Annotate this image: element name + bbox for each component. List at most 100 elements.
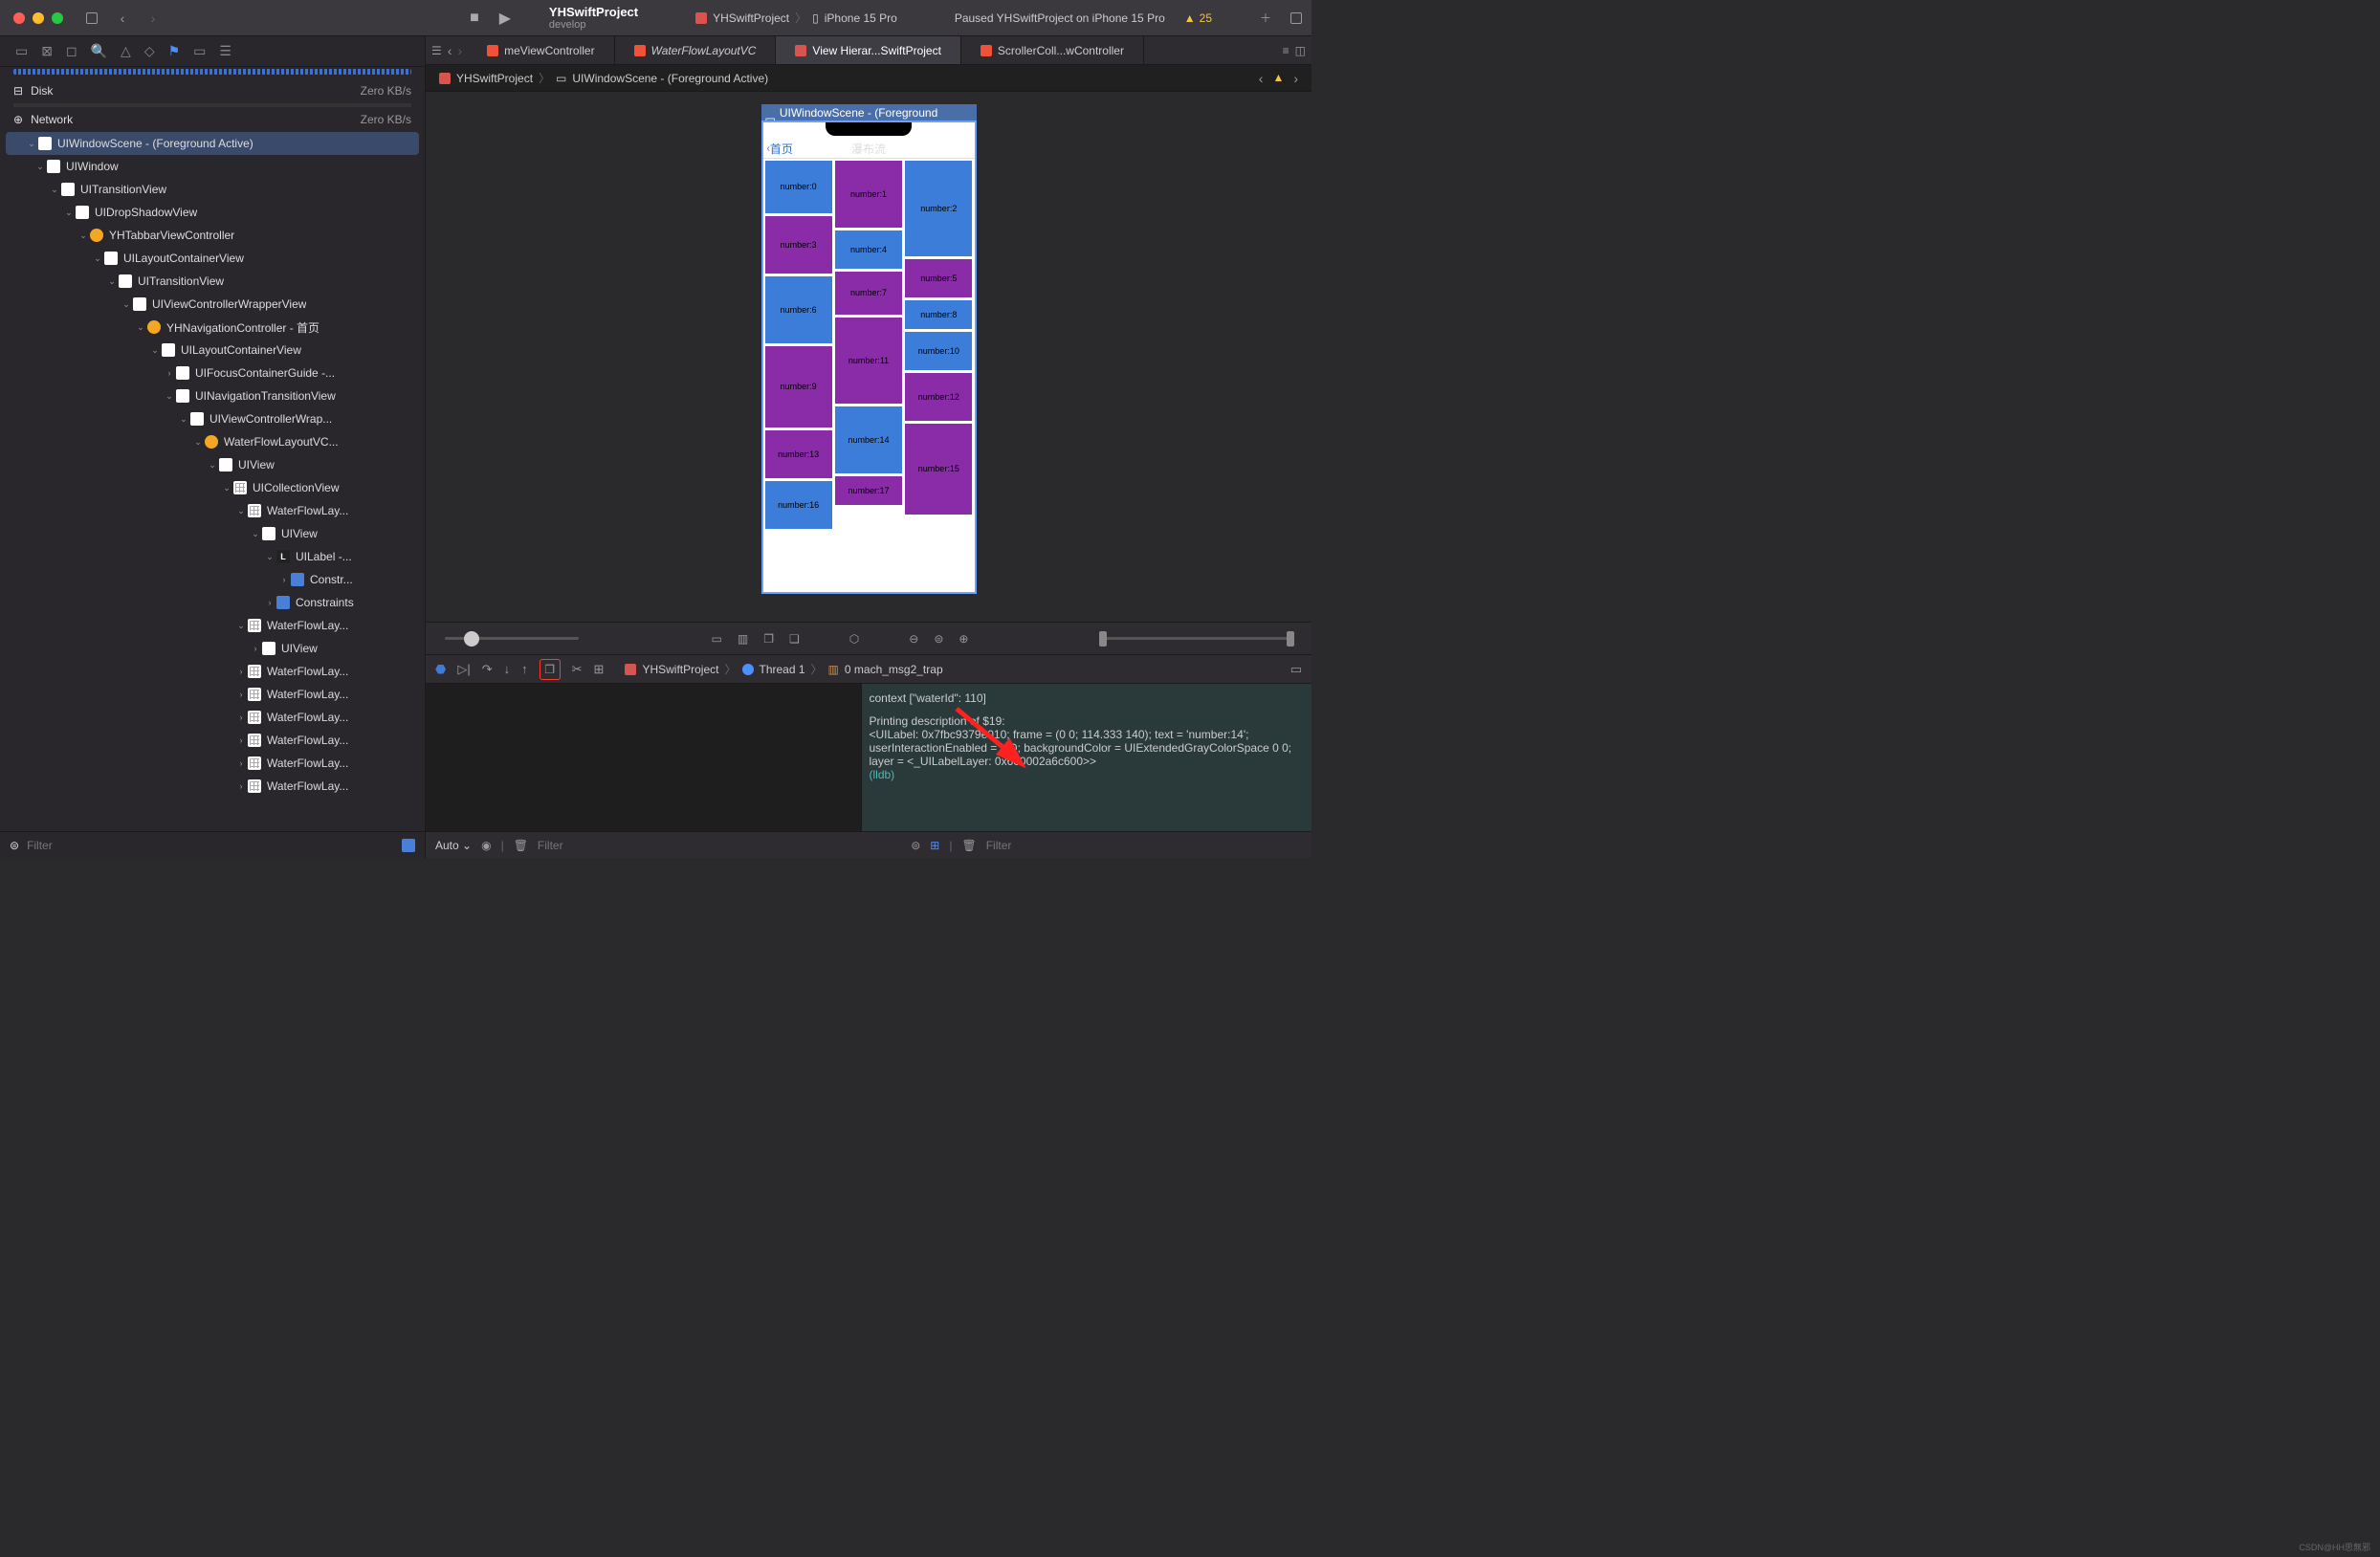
run-destination[interactable]: YHSwiftProject 〉 ▯ iPhone 15 Pro [686,10,907,26]
metrics-icon[interactable]: ⊜ [911,839,920,852]
tree-row[interactable]: ›UIFocusContainerGuide -... [0,362,425,384]
breakpoint-nav-icon[interactable]: ▭ [193,43,206,59]
tree-row[interactable]: ›UIView [0,637,425,660]
disclosure-icon[interactable]: › [234,781,248,791]
tree-row[interactable]: ⌄UILayoutContainerView [0,247,425,270]
editor-tab[interactable]: meViewController [468,36,614,64]
tree-row[interactable]: ⌄UICollectionView [0,476,425,499]
tab-fwd-icon[interactable]: › [457,43,462,58]
tree-row[interactable]: ⌄UIDropShadowView [0,201,425,224]
tree-row[interactable]: ⌄WaterFlowLayoutVC... [0,430,425,453]
disclosure-icon[interactable]: ⌄ [249,529,262,539]
debug-view-hierarchy-button[interactable]: ❐ [540,659,561,680]
bc-fwd-icon[interactable]: › [1293,71,1298,86]
environment-icon[interactable]: ⊞ [594,662,605,677]
filter-toggle[interactable] [402,839,415,852]
visibility-icon[interactable]: ◉ [481,839,491,852]
disclosure-icon[interactable]: ⌄ [120,299,133,310]
disclosure-icon[interactable]: › [234,758,248,768]
tree-row[interactable]: ⌄UIWindow [0,155,425,178]
tree-row[interactable]: ⌄UITransitionView [0,270,425,293]
disclosure-icon[interactable]: ⌄ [105,276,119,287]
project-nav-icon[interactable]: ▭ [15,43,28,59]
step-into-icon[interactable]: ↓ [504,662,511,676]
variables-view[interactable] [426,684,861,831]
orient-icon[interactable]: ⬡ [849,632,859,646]
disk-metric[interactable]: ⊟Disk Zero KB/s [0,78,425,103]
issues-badge[interactable]: ▲ 25 [1175,11,1222,25]
filter-input[interactable] [27,839,394,852]
step-out-icon[interactable]: ↑ [521,662,528,676]
nav-back-icon[interactable]: ‹ [109,5,136,32]
show-constraints-icon[interactable]: ▥ [738,632,748,646]
toggle-console-icon[interactable]: ▭ [1290,662,1302,677]
tree-row[interactable]: ⌄UIViewControllerWrapperView [0,293,425,316]
stepper-icon[interactable]: ⊞ [930,839,939,852]
tree-row[interactable]: ⌄YHTabbarViewController [0,224,425,247]
debug-breadcrumb[interactable]: YHSwiftProject〉 Thread 1〉 ▥ 0 mach_msg2_… [625,661,942,677]
disclosure-icon[interactable]: › [249,644,262,653]
stop-button[interactable]: ■ [461,5,488,32]
tree-row[interactable]: ⌄UIViewControllerWrap... [0,407,425,430]
disclosure-icon[interactable]: ⌄ [206,460,219,471]
tab-back-icon[interactable]: ‹ [448,43,452,58]
disclosure-icon[interactable]: ⌄ [263,552,276,562]
trash-icon[interactable]: 🗑 [961,839,976,852]
disclosure-icon[interactable]: ⌄ [163,391,176,402]
bc-back-icon[interactable]: ‹ [1259,71,1264,86]
scope-selector[interactable]: Auto ⌄ [435,839,472,852]
network-metric[interactable]: ⊕Network Zero KB/s [0,107,425,132]
close-window[interactable] [13,12,25,24]
tree-row[interactable]: ›WaterFlowLay... [0,775,425,798]
variables-filter[interactable] [538,839,853,852]
zoom-in-icon[interactable]: ⊕ [959,632,968,646]
maximize-window[interactable] [52,12,63,24]
minimize-window[interactable] [33,12,44,24]
tree-row[interactable]: ⌄UIWindowScene - (Foreground Active) [6,132,419,155]
continue-icon[interactable]: ▷| [457,662,470,677]
explosion-slider[interactable] [445,637,579,640]
disclosure-icon[interactable]: › [234,735,248,745]
tree-row[interactable]: ›WaterFlowLay... [0,706,425,729]
tree-row[interactable]: ⌄WaterFlowLay... [0,614,425,637]
disclosure-icon[interactable]: › [234,690,248,699]
console-filter[interactable] [986,839,1302,852]
nav-fwd-icon[interactable]: › [140,5,166,32]
find-nav-icon[interactable]: 🔍 [91,43,107,59]
report-nav-icon[interactable]: ☰ [219,43,231,59]
disclosure-icon[interactable]: ⌄ [220,483,233,493]
disclosure-icon[interactable]: ⌄ [62,208,76,218]
zoom-actual-icon[interactable]: ⊜ [934,632,943,646]
view-debugger-canvas[interactable]: ▭UIWindowScene - (Foreground Active) ‹首页… [426,92,1311,622]
disclosure-icon[interactable]: ⌄ [91,253,104,264]
tree-row[interactable]: ⌄YHNavigationController - 首页 [0,316,425,339]
tree-row[interactable]: ›Constraints [0,591,425,614]
disclosure-icon[interactable]: ⌄ [48,185,61,195]
tree-row[interactable]: ⌄WaterFlowLay... [0,499,425,522]
disclosure-icon[interactable]: ⌄ [134,322,147,333]
tree-row[interactable]: ›WaterFlowLay... [0,660,425,683]
breakpoints-toggle[interactable]: ⬣ [435,662,446,677]
editor-tab[interactable]: ScrollerColl...wController [961,36,1144,64]
tree-row[interactable]: ⌄UINavigationTransitionView [0,384,425,407]
disclosure-icon[interactable]: › [234,667,248,676]
disclosure-icon[interactable]: ⌄ [191,437,205,448]
disclosure-icon[interactable]: › [234,713,248,722]
sidebar-toggle-icon[interactable] [78,5,105,32]
debug-nav-icon[interactable]: ⚑ [168,43,181,59]
layers-icon[interactable]: ❐ [763,632,774,646]
jump-bar[interactable]: YHSwiftProject 〉 ▭ UIWindowScene - (Fore… [426,65,1311,92]
scheme-selector[interactable]: YHSwiftProject develop [540,5,648,31]
editor-tab[interactable]: View Hierar...SwiftProject [776,36,961,64]
disclosure-icon[interactable]: ⌄ [234,621,248,631]
zoom-out-icon[interactable]: ⊖ [909,632,918,646]
tree-row[interactable]: ⌄UIView [0,522,425,545]
bookmark-nav-icon[interactable]: ◻ [66,43,77,59]
disclosure-icon[interactable]: › [263,598,276,607]
disclosure-icon[interactable]: › [163,368,176,378]
tabs-list-icon[interactable]: ☰ [431,44,442,57]
issues-nav-icon[interactable]: △ [121,43,131,59]
disclosure-icon[interactable]: ⌄ [148,345,162,356]
disclosure-icon[interactable]: ⌄ [77,230,90,241]
warning-icon[interactable]: ▲ [1272,71,1284,86]
